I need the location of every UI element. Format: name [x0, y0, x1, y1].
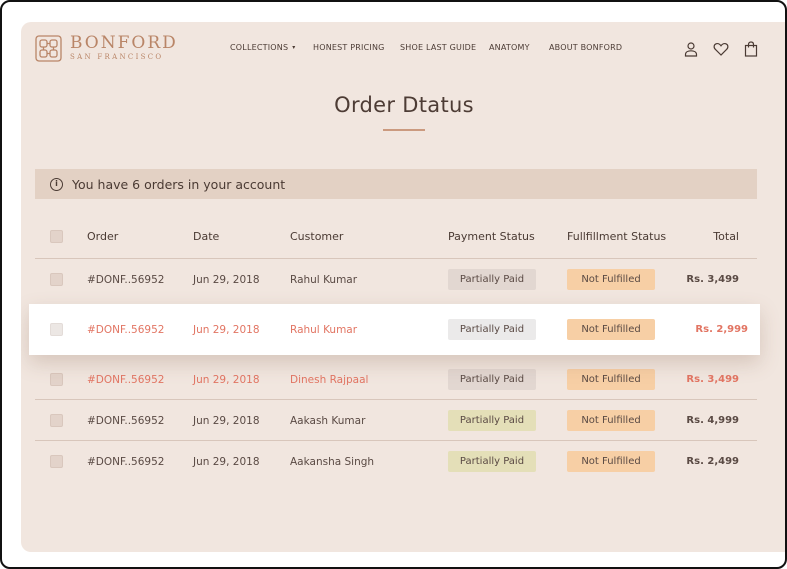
row-checkbox[interactable] — [50, 414, 63, 427]
customer-name: Aakansha Singh — [290, 455, 375, 468]
table-row[interactable]: #DONF..56952 Jun 29, 2018 Aakash Kumar P… — [35, 400, 757, 441]
row-checkbox[interactable] — [50, 323, 63, 336]
fulfillment-status-badge: Not Fulfilled — [567, 269, 655, 290]
column-header-payment-status[interactable]: Payment Status — [448, 216, 535, 257]
column-header-fulfillment-status[interactable]: Fullfillment Status — [567, 216, 666, 257]
customer-name: Rahul Kumar — [290, 323, 358, 336]
heart-icon[interactable] — [713, 41, 729, 57]
customer-name: Rahul Kumar — [290, 273, 358, 286]
nav-item-shoe-last-guide[interactable]: SHOE LAST GUIDE — [400, 43, 476, 52]
fulfillment-status-badge: Not Fulfilled — [567, 410, 655, 431]
info-icon: i — [50, 177, 63, 191]
table-row[interactable]: #DONF..56952 Jun 29, 2018 Rahul Kumar Pa… — [35, 259, 757, 300]
select-all-checkbox[interactable] — [50, 230, 63, 243]
page-title: Order Dtatus — [334, 93, 474, 117]
order-date: Jun 29, 2018 — [193, 373, 260, 386]
row-checkbox[interactable] — [50, 373, 63, 386]
nav-item-honest-pricing[interactable]: HONEST PRICING — [313, 43, 385, 52]
row-checkbox[interactable] — [50, 273, 63, 286]
fulfillment-status-badge: Not Fulfilled — [567, 451, 655, 472]
order-number[interactable]: #DONF..56952 — [87, 304, 164, 355]
payment-status-badge: Partially Paid — [448, 269, 536, 290]
page-panel: BONFORD SAN FRANCISCO COLLECTIONS ▾ HONES… — [21, 22, 785, 552]
column-header-total[interactable]: Total — [713, 216, 739, 257]
nav-item-label: HONEST PRICING — [313, 43, 385, 52]
order-date: Jun 29, 2018 — [193, 273, 260, 286]
table-row[interactable]: #DONF..56952 Jun 29, 2018 Dinesh Rajpaal… — [35, 359, 757, 400]
column-header-date[interactable]: Date — [193, 216, 219, 257]
column-header-order[interactable]: Order — [87, 216, 118, 257]
fulfillment-status-badge: Not Fulfilled — [567, 319, 655, 340]
payment-status-badge: Partially Paid — [448, 410, 536, 431]
customer-name: Dinesh Rajpaal — [290, 373, 369, 386]
order-total: Rs. 2,499 — [686, 456, 739, 467]
order-number[interactable]: #DONF..56952 — [87, 259, 164, 300]
order-date: Jun 29, 2018 — [193, 323, 260, 336]
payment-status-badge: Partially Paid — [448, 451, 536, 472]
order-total: Rs. 4,999 — [686, 415, 739, 426]
order-date: Jun 29, 2018 — [193, 455, 260, 468]
order-total: Rs. 2,999 — [695, 324, 748, 335]
user-icon[interactable] — [683, 41, 699, 57]
nav-item-collections[interactable]: COLLECTIONS ▾ — [230, 43, 295, 52]
nav-item-anatomy[interactable]: ANATOMY — [489, 43, 530, 52]
order-number[interactable]: #DONF..56952 — [87, 400, 164, 441]
chevron-down-icon: ▾ — [292, 44, 296, 51]
info-text: You have 6 orders in your account — [72, 176, 286, 192]
header-icons — [683, 41, 759, 57]
fulfillment-status-badge: Not Fulfilled — [567, 369, 655, 390]
window-frame: BONFORD SAN FRANCISCO COLLECTIONS ▾ HONES… — [0, 0, 787, 569]
column-header-customer[interactable]: Customer — [290, 216, 343, 257]
order-number[interactable]: #DONF..56952 — [87, 441, 164, 482]
nav-item-label: ANATOMY — [489, 43, 530, 52]
nav-item-about-bonford[interactable]: ABOUT BONFORD — [549, 43, 622, 52]
order-total: Rs. 3,499 — [686, 374, 739, 385]
row-checkbox[interactable] — [50, 455, 63, 468]
table-header: Order Date Customer Payment Status Fullf… — [35, 216, 757, 257]
table-row-highlighted[interactable]: #DONF..56952 Jun 29, 2018 Rahul Kumar Pa… — [29, 304, 760, 355]
nav-item-label: ABOUT BONFORD — [549, 43, 623, 52]
order-date: Jun 29, 2018 — [193, 414, 260, 427]
customer-name: Aakash Kumar — [290, 414, 366, 427]
title-underline — [383, 129, 425, 131]
info-banner: i You have 6 orders in your account — [35, 169, 757, 199]
main-nav: COLLECTIONS ▾ HONEST PRICING SHOE LAST GU… — [21, 43, 785, 57]
shopping-bag-icon[interactable] — [743, 41, 759, 57]
table-row[interactable]: #DONF..56952 Jun 29, 2018 Aakansha Singh… — [35, 441, 757, 482]
payment-status-badge: Partially Paid — [448, 319, 536, 340]
order-total: Rs. 3,499 — [686, 274, 739, 285]
nav-item-label: SHOE LAST GUIDE — [400, 43, 477, 52]
payment-status-badge: Partially Paid — [448, 369, 536, 390]
order-number[interactable]: #DONF..56952 — [87, 359, 164, 400]
nav-item-label: COLLECTIONS — [230, 43, 289, 52]
